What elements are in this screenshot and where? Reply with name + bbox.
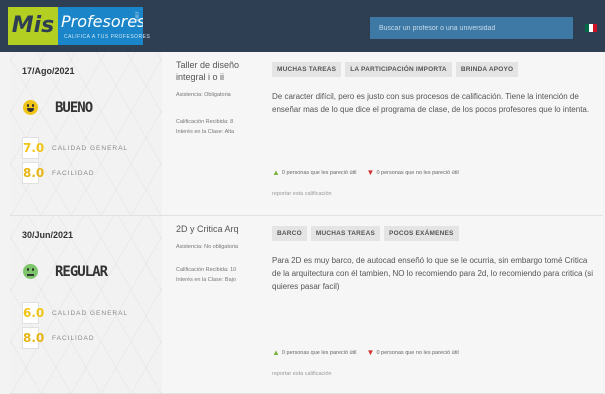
logo-tagline: CALIFICA A TUS PROFESORES [64, 34, 151, 40]
thumbs-up-icon: ▲ [272, 168, 280, 177]
rating-card: 30/Jun/2021 REGULAR 6.0 CALIDAD GENERAL … [10, 216, 603, 394]
thumbs-up-icon: ▲ [272, 348, 280, 357]
search-input[interactable] [370, 17, 573, 39]
top-navigation-bar: Mis Profesores CALIFICA A TUS PROFESORES… [0, 0, 605, 52]
thumbs-down-icon: ▼ [366, 348, 375, 357]
rating-card: 17/Ago/2021 BUENO 7.0 CALIDAD GENERAL 8.… [10, 52, 603, 216]
class-interest: Interés en la Clase: Alta [176, 129, 235, 135]
not-useful-count-text: 0 personas que no les pareció útil [376, 170, 459, 176]
rating-comment: De caracter difícil, pero es justo con s… [272, 92, 590, 114]
downvote-button[interactable]: ▼ 0 personas que no les pareció útil [367, 169, 459, 177]
quality-label: BUENO [55, 100, 93, 116]
general-score: 6.0 [22, 302, 44, 324]
helpful-votes: ▲ 0 personas que les pareció útil ▼ 0 pe… [272, 349, 459, 357]
rating-details: 2D y Critica Arq Asistencia: No obligato… [176, 223, 268, 285]
ease-score-label: FACILIDAD [52, 335, 95, 342]
ease-score-label: FACILIDAD [52, 170, 95, 177]
helpful-votes: ▲ 0 personas que les pareció útil ▼ 0 pe… [272, 169, 459, 177]
report-rating-link[interactable]: reportar esta calificación [272, 191, 332, 197]
rating-content: MUCHAS TAREAS LA PARTICIPACIÓN IMPORTA B… [272, 52, 598, 215]
tag: BARCO [272, 226, 307, 241]
course-name: 2D y Critica Arq [176, 224, 239, 234]
upvote-button[interactable]: ▲ 0 personas que les pareció útil [272, 349, 357, 357]
tag: MUCHAS TAREAS [310, 226, 381, 241]
class-interest: Interés en la Clase: Bajo [176, 277, 236, 283]
general-score-label: CALIDAD GENERAL [52, 310, 129, 317]
ease-score: 8.0 [22, 162, 44, 184]
upvote-button[interactable]: ▲ 0 personas que les pareció útil [272, 169, 357, 177]
mexico-flag-icon[interactable] [585, 24, 597, 32]
tag: POCOS EXÁMENES [384, 226, 459, 241]
tag-list: MUCHAS TAREAS LA PARTICIPACIÓN IMPORTA B… [272, 62, 519, 77]
happy-face-icon [23, 100, 38, 115]
downvote-button[interactable]: ▼ 0 personas que no les pareció útil [367, 349, 459, 357]
report-rating-link[interactable]: reportar esta calificación [272, 371, 332, 377]
rating-date: 30/Jun/2021 [22, 230, 74, 240]
rating-comment: Para 2D es muy barco, de autocad enseñó … [272, 256, 594, 291]
quality-label: REGULAR [55, 264, 108, 280]
rating-date: 17/Ago/2021 [22, 66, 75, 76]
site-logo[interactable]: Mis Profesores CALIFICA A TUS PROFESORES… [8, 7, 150, 45]
not-useful-count-text: 0 personas que no les pareció útil [376, 350, 459, 356]
rating-summary-panel: 17/Ago/2021 BUENO 7.0 CALIDAD GENERAL 8.… [10, 52, 162, 215]
tag: MUCHAS TAREAS [272, 62, 342, 77]
general-score: 7.0 [22, 137, 44, 159]
thumbs-down-icon: ▼ [366, 168, 375, 177]
rating-summary-panel: 30/Jun/2021 REGULAR 6.0 CALIDAD GENERAL … [10, 216, 162, 393]
useful-count-text: 0 personas que les pareció útil [281, 350, 357, 356]
rating-content: BARCO MUCHAS TAREAS POCOS EXÁMENES Para … [272, 216, 598, 393]
tag: LA PARTICIPACIÓN IMPORTA [345, 62, 452, 77]
grade-received: Calificación Recibida: 8 [176, 119, 234, 125]
grade-received: Calificación Recibida: 10 [176, 267, 237, 273]
logo-domain: .com [133, 10, 140, 22]
attendance-info: Asistencia: No obligatoria [176, 244, 239, 250]
neutral-face-icon [23, 264, 38, 279]
tag: BRINDA APOYO [455, 62, 519, 77]
general-score-label: CALIDAD GENERAL [52, 145, 129, 152]
ease-score: 8.0 [22, 327, 44, 349]
rating-details: Taller de diseño integral i o ii Asisten… [176, 59, 268, 137]
attendance-info: Asistencia: Obligatoria [176, 92, 231, 98]
tag-list: BARCO MUCHAS TAREAS POCOS EXÁMENES [272, 226, 459, 241]
useful-count-text: 0 personas que les pareció útil [281, 170, 357, 176]
logo-mis-text: Mis [8, 7, 58, 45]
course-name: Taller de diseño integral i o ii [176, 60, 240, 82]
